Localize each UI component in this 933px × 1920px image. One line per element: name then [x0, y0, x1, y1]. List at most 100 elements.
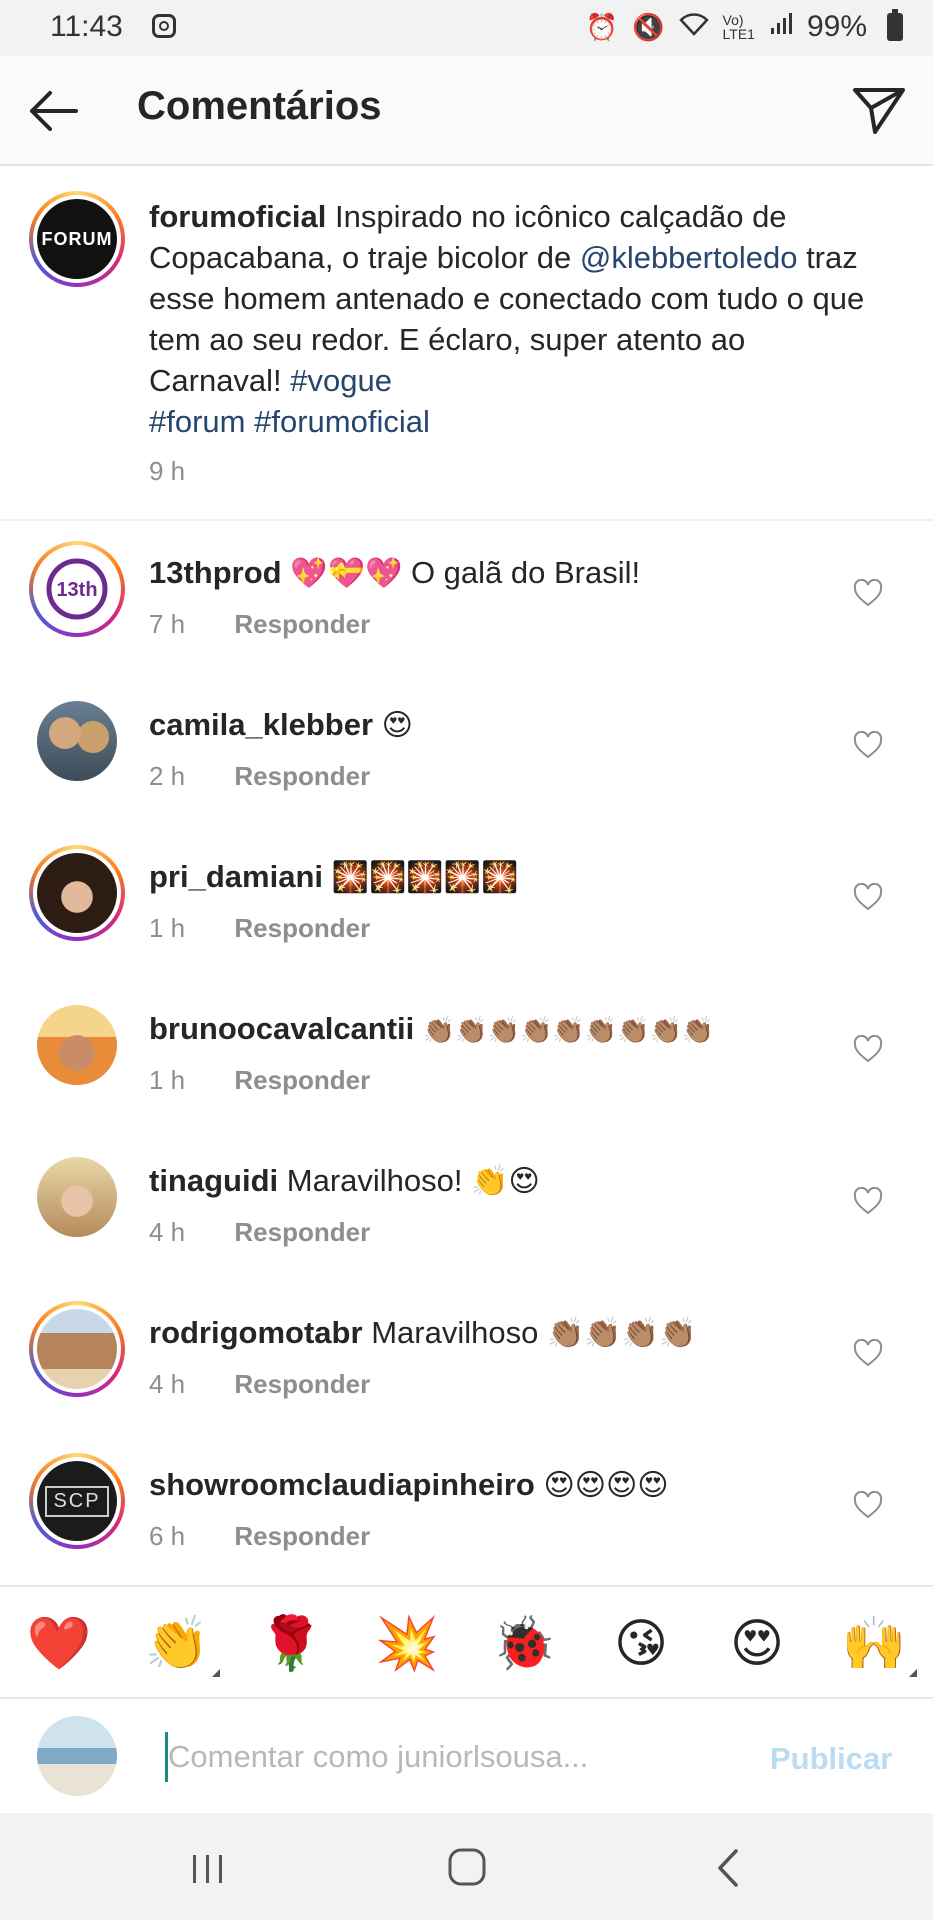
avatar[interactable] [37, 1005, 117, 1085]
emoji-raised-hands-button[interactable]: 🙌 [839, 1609, 917, 1679]
comment-username[interactable]: showroomclaudiapinheiro [149, 1467, 535, 1502]
like-heart-icon[interactable] [853, 1035, 883, 1063]
avatar[interactable] [29, 845, 125, 941]
post-caption: FORUM forumoficial Inspirado no icônico … [0, 166, 933, 521]
emoji-quick-bar: ❤️ 👏 🌹 💥 🐞 😘 😍 🙌 [0, 1585, 933, 1697]
like-heart-icon[interactable] [853, 731, 883, 759]
comment-body: Maravilhoso [371, 1315, 539, 1350]
page-title: Comentários [137, 84, 382, 128]
comment-meta: 1 h Responder [149, 1065, 370, 1096]
comment-emoji: 💖💝💖 [290, 557, 403, 590]
comment-emoji: 🎇🎇🎇🎇🎇 [331, 861, 519, 894]
system-nav-bar [0, 1813, 933, 1920]
wifi-icon [678, 12, 709, 43]
comment-username[interactable]: 13thprod [149, 555, 282, 590]
emoji-heart-button[interactable]: ❤️ [24, 1609, 94, 1679]
comment-text: 13thprod 💖💝💖 O galã do Brasil! [149, 553, 640, 594]
status-bar: 11:43 ⏰ 🔇 Vo) LTE1 99% [0, 0, 933, 56]
comment-emoji: 😍 [381, 709, 413, 742]
avatar[interactable]: 13th [29, 541, 125, 637]
comment-username[interactable]: brunoocavalcantii [149, 1011, 414, 1046]
caption-time: 9 h [149, 456, 186, 486]
comment-meta: 4 h Responder [149, 1369, 370, 1400]
like-heart-icon[interactable] [853, 1187, 883, 1215]
comment-text: showroomclaudiapinheiro 😍😍😍😍 [149, 1465, 669, 1506]
comment-meta: 2 h Responder [149, 761, 370, 792]
status-icons: ⏰ 🔇 Vo) LTE1 99% [585, 9, 903, 44]
signal-icon [769, 12, 793, 43]
hashtag-vogue[interactable]: #vogue [290, 363, 392, 398]
back-button[interactable] [24, 86, 84, 136]
reply-button[interactable]: Responder [234, 609, 370, 639]
reply-button[interactable]: Responder [234, 913, 370, 943]
publish-button[interactable]: Publicar [770, 1741, 892, 1777]
battery-icon [887, 9, 903, 41]
home-icon[interactable] [437, 1843, 497, 1893]
comment-username[interactable]: pri_damiani [149, 859, 323, 894]
header: Comentários [0, 56, 933, 166]
status-time: 11:43 [50, 10, 123, 43]
comment-time: 4 h [149, 1217, 186, 1247]
back-chevron-icon[interactable] [700, 1843, 760, 1893]
hashtag-forum[interactable]: #forum [149, 404, 245, 439]
reply-button[interactable]: Responder [234, 1217, 370, 1247]
avatar[interactable] [29, 1301, 125, 1397]
scp-logo: SCP [45, 1485, 109, 1517]
alarm-icon: ⏰ [585, 11, 619, 42]
comment-item: 13th 13thprod 💖💝💖 O galã do Brasil! 7 h … [0, 523, 933, 675]
comment-input[interactable] [165, 1732, 658, 1782]
avatar[interactable]: FORUM [29, 191, 125, 287]
emoji-rose-button[interactable]: 🌹 [256, 1609, 326, 1679]
comment-item: tinaguidi Maravilhoso! 👏😍 4 h Responder [0, 1131, 933, 1283]
emoji-ladybug-button[interactable]: 🐞 [489, 1609, 559, 1679]
comment-text: pri_damiani 🎇🎇🎇🎇🎇 [149, 857, 518, 898]
forum-logo: FORUM [37, 199, 117, 279]
comment-time: 1 h [149, 913, 186, 943]
caption-text: forumoficial Inspirado no icônico calçad… [149, 196, 869, 442]
comment-text: camila_klebber 😍 [149, 705, 413, 746]
emoji-clap-button[interactable]: 👏 [142, 1609, 220, 1679]
comment-item: pri_damiani 🎇🎇🎇🎇🎇 1 h Responder [0, 827, 933, 979]
comment-body: Maravilhoso! [286, 1163, 463, 1198]
like-heart-icon[interactable] [853, 883, 883, 911]
comment-meta: 1 h Responder [149, 913, 370, 944]
comment-text: tinaguidi Maravilhoso! 👏😍 [149, 1161, 540, 1202]
comment-meta: 4 h Responder [149, 1217, 370, 1248]
comment-item: rodrigomotabr Maravilhoso 👏🏽👏🏽👏🏽👏🏽 4 h R… [0, 1283, 933, 1435]
reply-button[interactable]: Responder [234, 1065, 370, 1095]
recents-icon[interactable] [178, 1843, 238, 1893]
comment-username[interactable]: rodrigomotabr [149, 1315, 363, 1350]
comment-meta: 7 h Responder [149, 609, 370, 640]
avatar[interactable] [37, 701, 117, 781]
svg-text:13th: 13th [56, 579, 97, 601]
reply-button[interactable]: Responder [234, 1369, 370, 1399]
emoji-boom-button[interactable]: 💥 [372, 1609, 442, 1679]
caption-username[interactable]: forumoficial [149, 199, 326, 234]
comment-body: O galã do Brasil! [410, 555, 641, 590]
emoji-heart-eyes-button[interactable]: 😍 [722, 1609, 792, 1679]
reply-button[interactable]: Responder [234, 1521, 370, 1551]
comment-emoji: 👏🏽👏🏽👏🏽👏🏽 [546, 1317, 697, 1350]
caption-mention[interactable]: @klebbertoledo [580, 240, 798, 275]
share-button[interactable] [849, 80, 909, 140]
comment-item: brunoocavalcantii 👏🏽👏🏽👏🏽👏🏽👏🏽👏🏽👏🏽👏🏽👏🏽 1 h… [0, 979, 933, 1131]
comment-time: 7 h [149, 609, 186, 639]
reply-button[interactable]: Responder [234, 761, 370, 791]
comment-username[interactable]: tinaguidi [149, 1163, 278, 1198]
comment-composer: Publicar [0, 1697, 933, 1815]
hashtag-forumoficial[interactable]: #forumoficial [254, 404, 430, 439]
like-heart-icon[interactable] [853, 1491, 883, 1519]
comment-item: camila_klebber 😍 2 h Responder [0, 675, 933, 827]
comment-emoji: 😍😍😍😍 [543, 1469, 669, 1502]
like-heart-icon[interactable] [853, 1339, 883, 1367]
like-heart-icon[interactable] [853, 579, 883, 607]
comment-emoji: 👏🏽👏🏽👏🏽👏🏽👏🏽👏🏽👏🏽👏🏽👏🏽 [422, 1015, 715, 1045]
avatar[interactable] [37, 1157, 117, 1237]
emoji-kiss-button[interactable]: 😘 [606, 1609, 676, 1679]
comment-text: brunoocavalcantii 👏🏽👏🏽👏🏽👏🏽👏🏽👏🏽👏🏽👏🏽👏🏽 [149, 1009, 714, 1050]
paper-plane-icon [853, 88, 905, 134]
avatar[interactable]: SCP [29, 1453, 125, 1549]
comment-username[interactable]: camila_klebber [149, 707, 373, 742]
arrow-left-icon [30, 91, 78, 131]
comment-time: 1 h [149, 1065, 186, 1095]
